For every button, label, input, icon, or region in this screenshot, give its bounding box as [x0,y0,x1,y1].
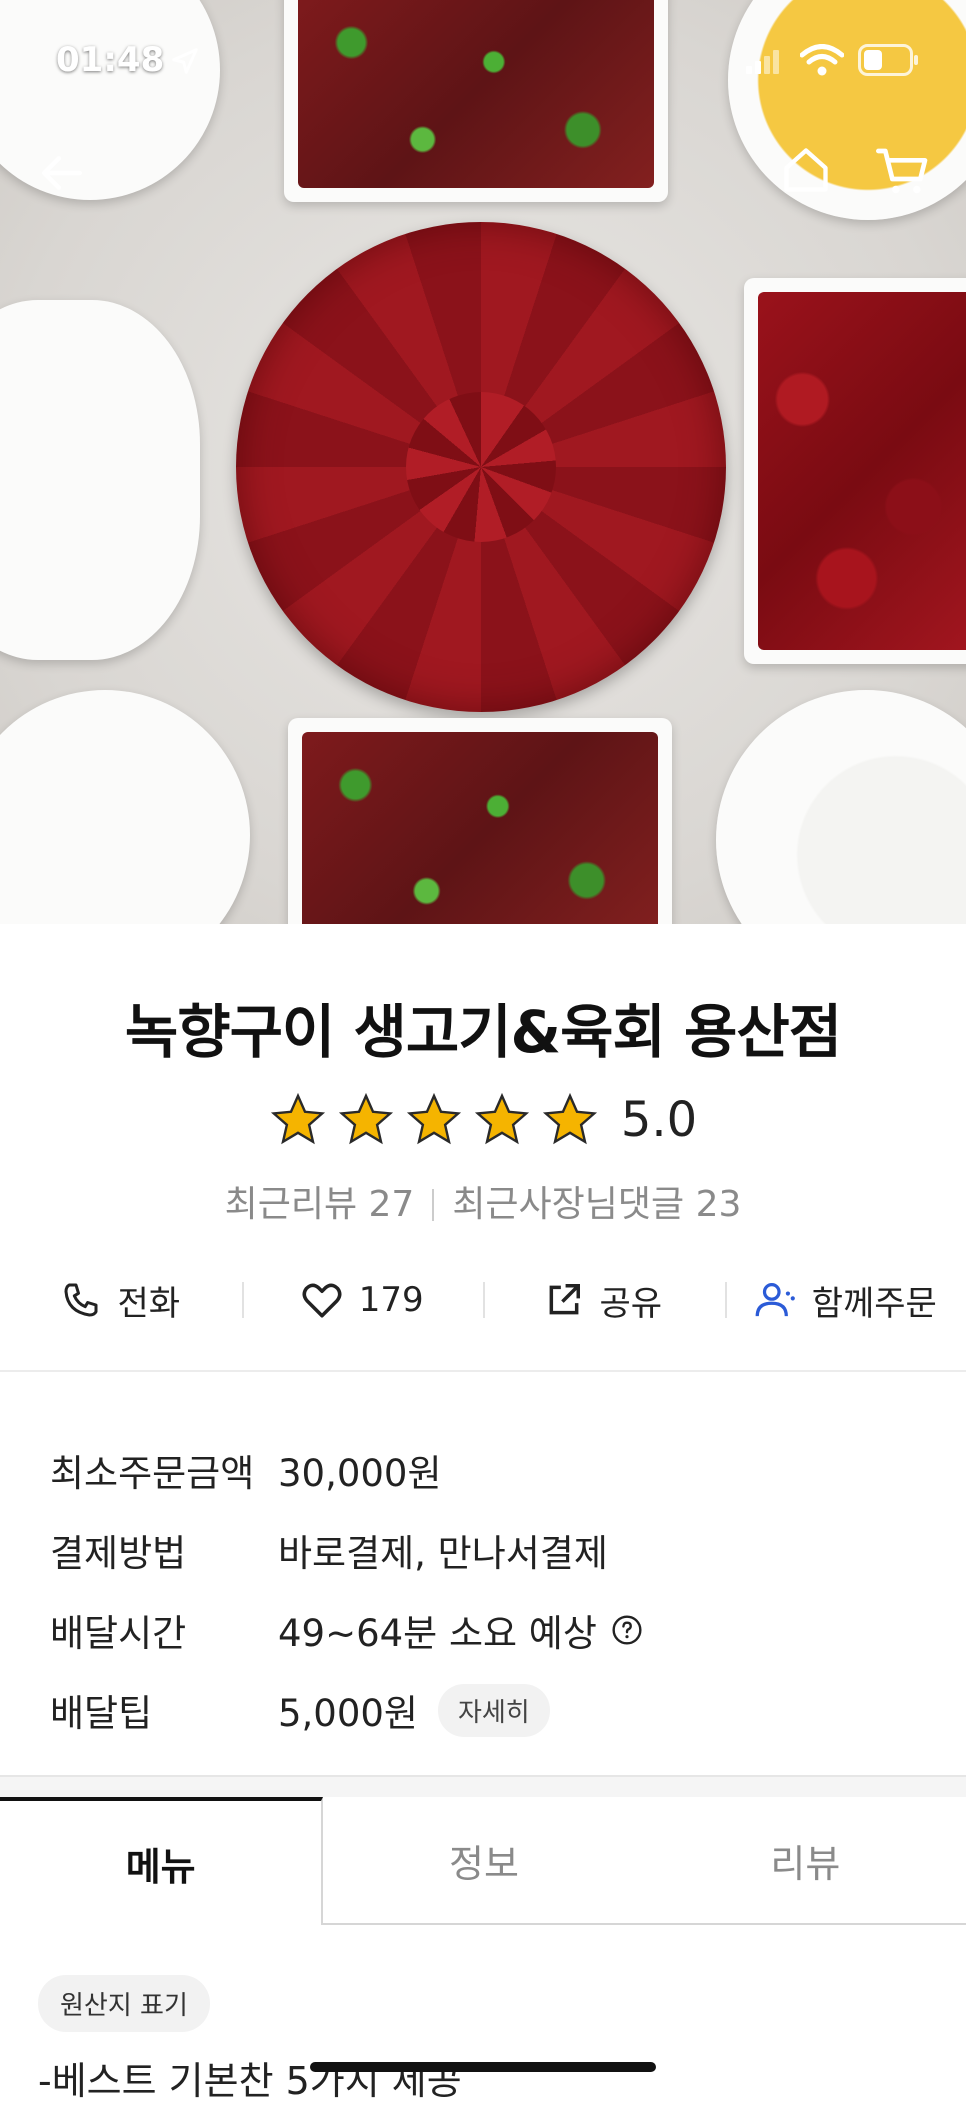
share-label: 공유 [599,1276,662,1325]
battery-icon [858,44,920,76]
delivery-tip-value: 5,000원 [278,1683,418,1737]
share-icon [545,1281,583,1319]
cart-icon[interactable] [876,144,932,200]
store-details: 최소주문금액 30,000원 결제방법 바로결제, 만나서결제 배달시간 49~… [50,1430,920,1750]
share-button[interactable]: 공유 [483,1270,725,1330]
store-name: 녹향구이 생고기&육회 용산점 [0,985,966,1069]
section-separator [0,1775,966,1799]
payment-label: 결제방법 [50,1523,278,1577]
side-dish-gimbap [0,690,250,924]
star-icon [337,1091,395,1149]
tab-menu[interactable]: 메뉴 [0,1797,323,1925]
home-icon[interactable] [780,144,832,196]
review-summary[interactable]: 최근리뷰 27 최근사장님댓글 23 [0,1175,966,1227]
delivery-tip-detail-button[interactable]: 자세히 [438,1684,550,1737]
star-icon [541,1091,599,1149]
min-order-row: 최소주문금액 30,000원 [50,1430,920,1510]
group-order-label: 함께주문 [812,1276,937,1325]
heart-icon [301,1280,343,1320]
delivery-time-value-wrap: 49~64분 소요 예상 [278,1603,643,1657]
call-label: 전화 [117,1276,180,1325]
group-order-icon [754,1280,796,1320]
origin-label-button[interactable]: 원산지 표기 [38,1975,210,2032]
store-tabs: 메뉴 정보 리뷰 [0,1797,966,1925]
delivery-tip-label: 배달팁 [50,1683,278,1737]
rating-value: 5.0 [621,1092,697,1148]
cellular-signal-icon [746,50,780,74]
rating-row[interactable]: 5.0 [0,1085,966,1155]
side-dish-cucumber [716,690,966,924]
status-time: 01:48 [56,40,164,80]
delivery-time-value: 49~64분 소요 예상 [278,1603,597,1657]
wifi-icon [800,44,844,76]
star-icon [405,1091,463,1149]
help-icon[interactable] [611,1614,643,1646]
review-divider [432,1189,434,1221]
back-arrow-icon[interactable] [38,148,88,198]
recent-reviews-link[interactable]: 최근리뷰 27 [225,1184,415,1225]
recent-owner-replies-link[interactable]: 최근사장님댓글 23 [452,1184,741,1225]
menu-description: -베스트 기본찬 5가지 제공 [38,2050,462,2105]
favorite-button[interactable]: 179 [242,1270,484,1330]
store-actions: 전화 179 공유 함께주문 [0,1260,966,1340]
favorite-count: 179 [359,1280,424,1320]
star-icon [473,1091,531,1149]
star-icon [269,1091,327,1149]
dish-raw-beef-right [744,278,966,664]
group-order-button[interactable]: 함께주문 [725,1270,966,1330]
payment-value: 바로결제, 만나서결제 [278,1523,608,1577]
min-order-label: 최소주문금액 [50,1443,278,1497]
store-hero-photo: 01:48 [0,0,966,924]
section-divider [0,1370,966,1372]
tab-reviews[interactable]: 리뷰 [645,1797,966,1925]
dish-raw-beef-center [236,222,726,712]
tab-info[interactable]: 정보 [323,1797,644,1925]
phone-icon [61,1280,101,1320]
payment-row: 결제방법 바로결제, 만나서결제 [50,1510,920,1590]
delivery-time-label: 배달시간 [50,1603,278,1657]
delivery-time-row: 배달시간 49~64분 소요 예상 [50,1590,920,1670]
home-indicator[interactable] [310,2062,656,2072]
dish-yukhoe-bottom [288,718,672,924]
delivery-tip-row: 배달팁 5,000원 자세히 [50,1670,920,1750]
min-order-value: 30,000원 [278,1443,442,1497]
location-arrow-icon [170,46,200,76]
status-bar: 01:48 [0,0,966,120]
call-button[interactable]: 전화 [0,1270,242,1330]
side-dish-radish [0,300,200,660]
delivery-tip-value-wrap: 5,000원 자세히 [278,1683,550,1737]
